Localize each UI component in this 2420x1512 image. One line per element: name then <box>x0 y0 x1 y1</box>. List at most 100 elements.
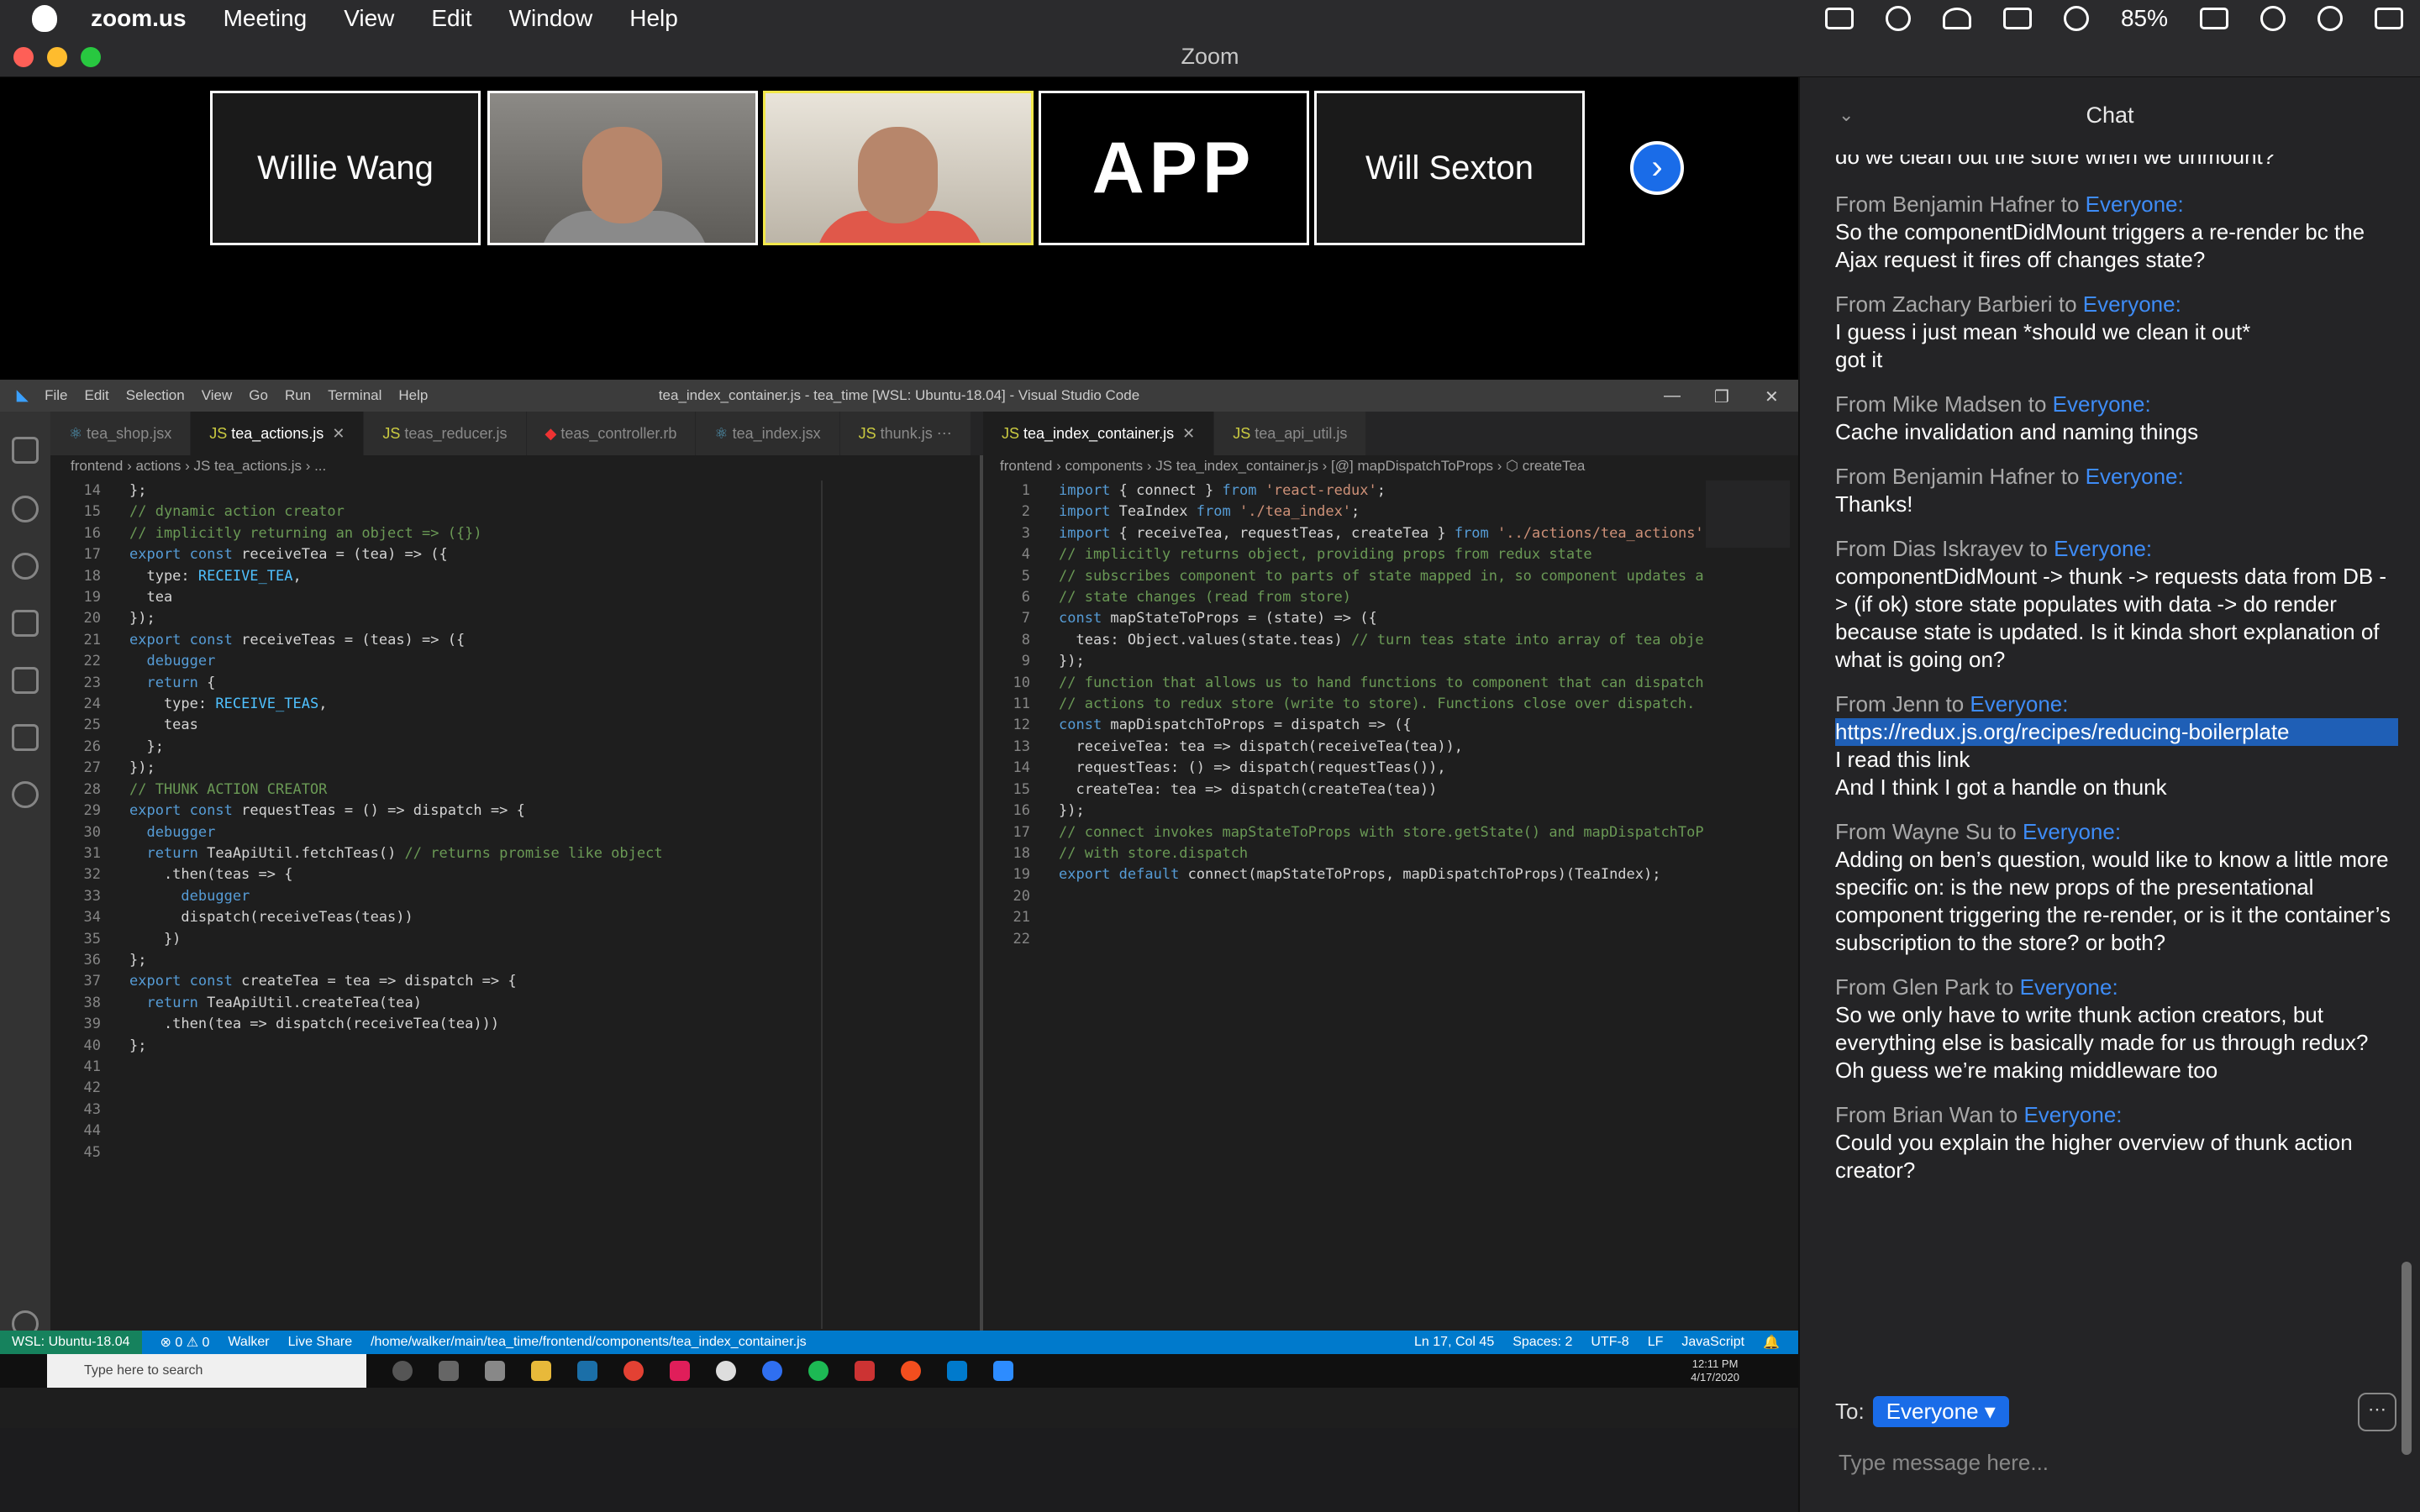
code-line[interactable]: // implicitly returning an object => ({}… <box>129 523 663 544</box>
code-line[interactable]: export const createTea = tea => dispatch… <box>129 971 663 992</box>
code-line[interactable]: }; <box>129 480 663 501</box>
code-line[interactable]: dispatch(receiveTeas(teas)) <box>129 907 663 928</box>
participant-tile[interactable]: Willie Wang <box>210 91 481 245</box>
indent-setting[interactable]: Spaces: 2 <box>1512 1335 1572 1350</box>
live-share-button[interactable]: Live Share <box>288 1335 353 1350</box>
battery-icon[interactable] <box>2200 8 2228 29</box>
extensions-icon[interactable] <box>12 724 39 751</box>
tab-tea-index-container[interactable]: JS tea_index_container.js ✕ <box>983 412 1215 455</box>
more-options-icon[interactable]: ⋯ <box>2358 1393 2396 1431</box>
spotify-icon[interactable] <box>808 1361 829 1381</box>
message-input[interactable]: Type message here... <box>1839 1450 2049 1476</box>
run-debug-icon[interactable] <box>12 610 39 637</box>
code-line[interactable]: type: RECEIVE_TEAS, <box>129 694 663 715</box>
file-explorer-icon[interactable] <box>531 1361 551 1381</box>
code-line[interactable]: debugger <box>129 886 663 907</box>
code-line[interactable]: const mapStateToProps = (state) => ({ <box>1059 608 1704 629</box>
chat-scrollbar[interactable] <box>2402 1262 2412 1455</box>
github-icon[interactable] <box>716 1361 736 1381</box>
code-line[interactable]: export default connect(mapStateToProps, … <box>1059 864 1704 885</box>
vscode-menu-selection[interactable]: Selection <box>126 387 185 404</box>
vscode-menu-file[interactable]: File <box>45 387 67 404</box>
participant-tile[interactable]: Will Sexton <box>1314 91 1585 245</box>
line-ending[interactable]: LF <box>1648 1335 1664 1350</box>
live-share-icon[interactable] <box>12 781 39 808</box>
code-line[interactable]: }); <box>129 758 663 779</box>
language-mode[interactable]: JavaScript <box>1681 1335 1744 1350</box>
vscode-menu-go[interactable]: Go <box>249 387 268 404</box>
menu-edit[interactable]: Edit <box>431 5 471 32</box>
search-icon[interactable] <box>12 496 39 522</box>
code-line[interactable]: return TeaApiUtil.createTea(tea) <box>129 993 663 1014</box>
chrome-icon[interactable] <box>623 1361 644 1381</box>
cortana-icon[interactable] <box>392 1361 413 1381</box>
browser-icon[interactable] <box>762 1361 782 1381</box>
zoom-status-icon[interactable] <box>1824 8 1854 29</box>
steam-icon[interactable] <box>577 1361 597 1381</box>
clock-icon[interactable] <box>2260 6 2286 31</box>
code-line[interactable]: return { <box>129 673 663 694</box>
code-line[interactable]: debugger <box>129 651 663 672</box>
code-line[interactable]: }); <box>129 608 663 629</box>
message-link[interactable]: https://redux.js.org/recipes/reducing-bo… <box>1835 718 2398 746</box>
code-line[interactable]: debugger <box>129 822 663 843</box>
taskbar-date[interactable]: 4/17/2020 <box>1691 1371 1739 1384</box>
code-line[interactable]: // connect invokes mapStateToProps with … <box>1059 822 1704 843</box>
chat-messages[interactable]: do we clean out the store when we unmoun… <box>1800 155 2420 1364</box>
code-line[interactable]: type: RECEIVE_TEA, <box>129 566 663 587</box>
menu-help[interactable]: Help <box>629 5 678 32</box>
code-line[interactable]: }); <box>1059 651 1704 672</box>
postman-icon[interactable] <box>901 1361 921 1381</box>
code-line[interactable]: export const requestTeas = () => dispatc… <box>129 801 663 822</box>
control-center-icon[interactable] <box>2375 8 2403 29</box>
menu-app-name[interactable]: zoom.us <box>91 5 187 32</box>
menu-view[interactable]: View <box>344 5 394 32</box>
taskbar-search[interactable]: Type here to search <box>47 1354 366 1388</box>
calculator-icon[interactable] <box>485 1361 505 1381</box>
encoding[interactable]: UTF-8 <box>1591 1335 1628 1350</box>
code-line[interactable]: // THUNK ACTION CREATOR <box>129 780 663 801</box>
apple-icon[interactable] <box>32 5 57 32</box>
code-line[interactable]: teas: Object.values(state.teas) // turn … <box>1059 630 1704 651</box>
search-icon[interactable] <box>2317 6 2343 31</box>
app-icon[interactable] <box>855 1361 875 1381</box>
code-line[interactable]: receiveTea: tea => dispatch(receiveTea(t… <box>1059 737 1704 758</box>
minimap[interactable] <box>1706 480 1790 548</box>
vscode-menu-run[interactable]: Run <box>285 387 311 404</box>
code-line[interactable]: import TeaIndex from './tea_index'; <box>1059 501 1704 522</box>
participant-video[interactable] <box>487 91 758 245</box>
recipient-dropdown[interactable]: Everyone ▾ <box>1872 1396 2009 1427</box>
tab-teas-reducer[interactable]: JS teas_reducer.js <box>364 412 527 455</box>
code-line[interactable]: .then(teas => { <box>129 864 663 885</box>
tab-thunk[interactable]: JS thunk.js ⋯ <box>839 412 971 455</box>
vscode-taskbar-icon[interactable] <box>947 1361 967 1381</box>
code-line[interactable]: }); <box>1059 801 1704 822</box>
right-code-editor[interactable]: import { connect } from 'react-redux'; im… <box>1059 480 1704 886</box>
code-line[interactable]: // function that allows us to hand funct… <box>1059 673 1704 694</box>
airplay-icon[interactable] <box>2002 8 2032 29</box>
close-tab-icon[interactable]: ✕ <box>332 425 345 442</box>
code-line[interactable]: }) <box>129 929 663 950</box>
code-line[interactable]: import { connect } from 'react-redux'; <box>1059 480 1704 501</box>
git-user[interactable]: Walker <box>228 1335 269 1350</box>
left-code-editor[interactable]: };// dynamic action creator// implicitly… <box>129 480 663 1057</box>
left-breadcrumb[interactable]: frontend › actions › JS tea_actions.js ›… <box>71 454 326 479</box>
code-line[interactable]: // with store.dispatch <box>1059 843 1704 864</box>
participant-video[interactable]: APP <box>1039 91 1309 245</box>
vscode-menu-edit[interactable]: Edit <box>84 387 108 404</box>
vscode-menu-view[interactable]: View <box>202 387 233 404</box>
tab-tea-api-util[interactable]: JS tea_api_util.js <box>1214 412 1367 455</box>
cursor-position[interactable]: Ln 17, Col 45 <box>1414 1335 1494 1350</box>
code-line[interactable]: // dynamic action creator <box>129 501 663 522</box>
close-tab-icon[interactable]: ✕ <box>1182 425 1195 442</box>
code-line[interactable]: // subscribes component to parts of stat… <box>1059 566 1704 587</box>
bell-icon[interactable]: 🔔 <box>1763 1334 1780 1351</box>
menu-meeting[interactable]: Meeting <box>224 5 308 32</box>
code-line[interactable]: requestTeas: () => dispatch(requestTeas(… <box>1059 758 1704 779</box>
alert-bell-icon[interactable] <box>1942 8 1971 29</box>
active-speaker-video[interactable] <box>763 91 1034 245</box>
tab-teas-controller[interactable]: ◆ teas_controller.rb <box>526 412 697 455</box>
vscode-menu-help[interactable]: Help <box>398 387 428 404</box>
source-control-icon[interactable] <box>12 553 39 580</box>
code-line[interactable]: export const receiveTeas = (teas) => ({ <box>129 630 663 651</box>
